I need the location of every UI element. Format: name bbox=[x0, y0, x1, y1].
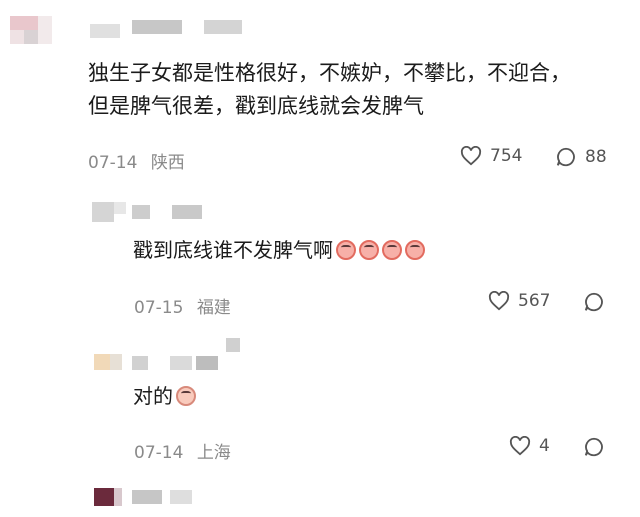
comment-text-line2: 但是脾气很差，戳到底线就会发脾气 bbox=[88, 94, 424, 118]
reply2-like-button[interactable]: 4 bbox=[509, 436, 550, 456]
heart-icon bbox=[509, 436, 531, 456]
reply1-text: 戳到底线谁不发脾气啊 bbox=[133, 236, 425, 264]
reply2-text-content: 对的 bbox=[133, 384, 173, 408]
reply2-text: 对的 bbox=[133, 382, 196, 410]
comment-location: 陕西 bbox=[150, 153, 185, 173]
like-button[interactable]: 754 bbox=[460, 146, 522, 166]
reply1-date: 07-15 bbox=[134, 298, 184, 318]
reply1-like-count: 567 bbox=[518, 291, 551, 311]
comment-meta: 07-14 陕西 bbox=[88, 148, 185, 173]
surprised-face-icon bbox=[176, 386, 196, 406]
reply1-meta: 07-15 福建 bbox=[134, 293, 231, 318]
reply2-reply-button[interactable] bbox=[583, 436, 605, 458]
angry-face-icon bbox=[382, 240, 402, 260]
angry-face-icon bbox=[336, 240, 356, 260]
reply2-meta: 07-14 上海 bbox=[134, 438, 231, 463]
reply1-like-button[interactable]: 567 bbox=[488, 291, 550, 311]
angry-face-icon bbox=[359, 240, 379, 260]
comment-text-line1: 独生子女都是性格很好，不嫉妒，不攀比，不迎合， bbox=[88, 61, 571, 85]
reply1-reply-button[interactable] bbox=[583, 291, 605, 313]
heart-icon bbox=[488, 291, 510, 311]
reply1-location: 福建 bbox=[196, 298, 231, 318]
comment-date: 07-14 bbox=[88, 153, 138, 173]
reply2-location: 上海 bbox=[196, 443, 231, 463]
angry-face-icon bbox=[405, 240, 425, 260]
reply2-date: 07-14 bbox=[134, 443, 184, 463]
reply2-like-count: 4 bbox=[539, 436, 550, 456]
comment-bubble-icon bbox=[583, 291, 605, 313]
heart-icon bbox=[460, 146, 482, 166]
reply-button[interactable]: 88 bbox=[555, 146, 607, 168]
like-count: 754 bbox=[490, 146, 523, 166]
comment-bubble-icon bbox=[555, 146, 577, 168]
reply1-text-content: 戳到底线谁不发脾气啊 bbox=[133, 238, 333, 262]
reply-count: 88 bbox=[585, 147, 607, 167]
comment-bubble-icon bbox=[583, 436, 605, 458]
